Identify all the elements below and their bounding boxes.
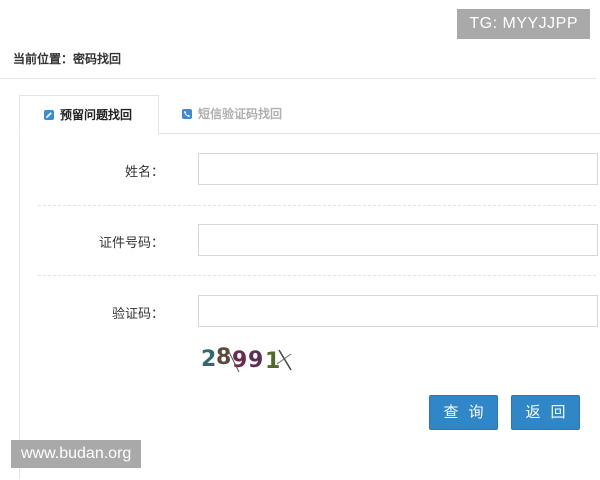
captcha-input[interactable]: [198, 295, 598, 327]
pencil-icon: [44, 109, 54, 120]
tab-security-question[interactable]: 预留问题找回: [19, 95, 159, 135]
name-label: 姓名：: [124, 165, 164, 180]
svg-text:9: 9: [232, 348, 247, 373]
captcha-label: 验证码：: [111, 307, 164, 322]
phone-icon: [182, 108, 192, 119]
svg-text:8: 8: [216, 345, 231, 370]
watermark-bottom: www.budan.org: [11, 440, 142, 468]
tab-label: 预留问题找回: [60, 108, 133, 122]
query-button[interactable]: 查询: [429, 395, 498, 430]
tab-label: 短信验证码找回: [198, 107, 283, 121]
id-number-label: 证件号码：: [98, 236, 164, 251]
header-divider: [0, 78, 596, 79]
watermark-top: TG: MYYJJPP: [457, 9, 590, 39]
captcha-image[interactable]: 2 8 9 9 1: [199, 340, 295, 376]
svg-text:2: 2: [201, 347, 216, 372]
svg-text:1: 1: [265, 349, 280, 374]
tab-sms-code[interactable]: 短信验证码找回: [180, 95, 310, 133]
row-divider: [38, 275, 596, 276]
breadcrumb: 当前位置：密码找回: [13, 52, 122, 66]
id-number-input[interactable]: [198, 224, 598, 256]
name-input[interactable]: [198, 153, 598, 185]
svg-text:9: 9: [248, 348, 263, 373]
back-button[interactable]: 返回: [511, 395, 580, 430]
row-divider: [38, 205, 596, 206]
